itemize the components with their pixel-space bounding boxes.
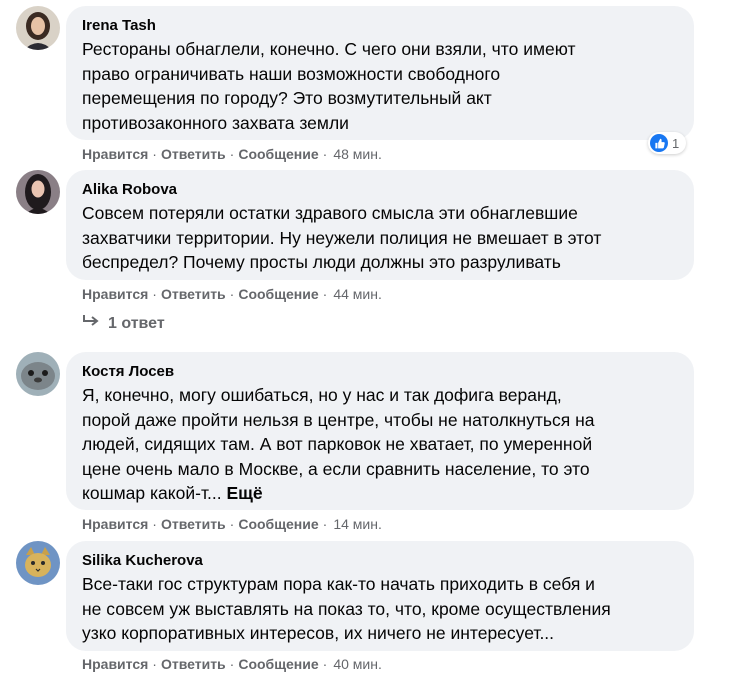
comment-text-body: Я, конечно, могу ошибаться, но у нас и т… bbox=[82, 385, 595, 503]
avatar-alika-robova[interactable] bbox=[16, 170, 60, 214]
like-button[interactable]: Нравится bbox=[82, 656, 148, 672]
message-button[interactable]: Сообщение bbox=[238, 286, 318, 302]
avatar-woman-long-hair-icon bbox=[16, 170, 60, 214]
reply-button[interactable]: Ответить bbox=[161, 146, 226, 162]
comment-bubble: Irena Tash Рестораны обнаглели, конечно.… bbox=[66, 6, 694, 140]
message-button[interactable]: Сообщение bbox=[238, 146, 318, 162]
avatar-silika-kucherova[interactable] bbox=[16, 541, 60, 585]
reply-button[interactable]: Ответить bbox=[161, 656, 226, 672]
reply-button[interactable]: Ответить bbox=[161, 286, 226, 302]
like-button[interactable]: Нравится bbox=[82, 516, 148, 532]
comment-text: Все-таки гос структурам пора как-то нача… bbox=[82, 574, 611, 643]
like-button[interactable]: Нравится bbox=[82, 146, 148, 162]
comment-time[interactable]: 48 мин. bbox=[333, 146, 382, 162]
comment-author[interactable]: Silika Kucherova bbox=[82, 551, 680, 571]
avatar-woman-dark-hair-icon bbox=[16, 6, 60, 50]
view-replies-link[interactable]: 1 ответ bbox=[82, 314, 165, 333]
message-button[interactable]: Сообщение bbox=[238, 656, 318, 672]
reply-arrow-icon bbox=[82, 314, 100, 333]
comment-actions: Нравится · Ответить · Сообщение · 48 мин. bbox=[82, 146, 382, 162]
comment-author[interactable]: Костя Лосев bbox=[82, 362, 680, 382]
reaction-count-badge[interactable]: 1 bbox=[648, 132, 687, 154]
comment-text: Я, конечно, могу ошибаться, но у нас и т… bbox=[82, 383, 680, 506]
comment-author[interactable]: Irena Tash bbox=[82, 16, 680, 36]
comment-bubble: Silika Kucherova Все-таки гос структурам… bbox=[66, 541, 694, 651]
see-more-link[interactable]: Ещё bbox=[226, 483, 262, 503]
avatar-cat-icon bbox=[16, 541, 60, 585]
comment-bubble: Alika Robova Совсем потеряли остатки здр… bbox=[66, 170, 694, 280]
comment-author[interactable]: Alika Robova bbox=[82, 180, 680, 200]
comment-actions: Нравится · Ответить · Сообщение · 40 мин. bbox=[82, 656, 382, 672]
message-button[interactable]: Сообщение bbox=[238, 516, 318, 532]
reaction-count: 1 bbox=[672, 135, 680, 151]
replies-count-label: 1 ответ bbox=[108, 314, 165, 332]
comment-bubble: Костя Лосев Я, конечно, могу ошибаться, … bbox=[66, 352, 694, 510]
like-icon bbox=[650, 134, 668, 152]
comment-time[interactable]: 40 мин. bbox=[333, 656, 382, 672]
comment-actions: Нравится · Ответить · Сообщение · 14 мин. bbox=[82, 516, 382, 532]
avatar-irena-tash[interactable] bbox=[16, 6, 60, 50]
comment-time[interactable]: 44 мин. bbox=[333, 286, 382, 302]
comment-text: Совсем потеряли остатки здравого смысла … bbox=[82, 203, 602, 272]
avatar-seal-icon bbox=[16, 352, 60, 396]
like-button[interactable]: Нравится bbox=[82, 286, 148, 302]
comment-time[interactable]: 14 мин. bbox=[333, 516, 382, 532]
comment-actions: Нравится · Ответить · Сообщение · 44 мин. bbox=[82, 286, 382, 302]
comment-text: Рестораны обнаглели, конечно. С чего они… bbox=[82, 39, 576, 133]
avatar-kostya-losev[interactable] bbox=[16, 352, 60, 396]
reply-button[interactable]: Ответить bbox=[161, 516, 226, 532]
